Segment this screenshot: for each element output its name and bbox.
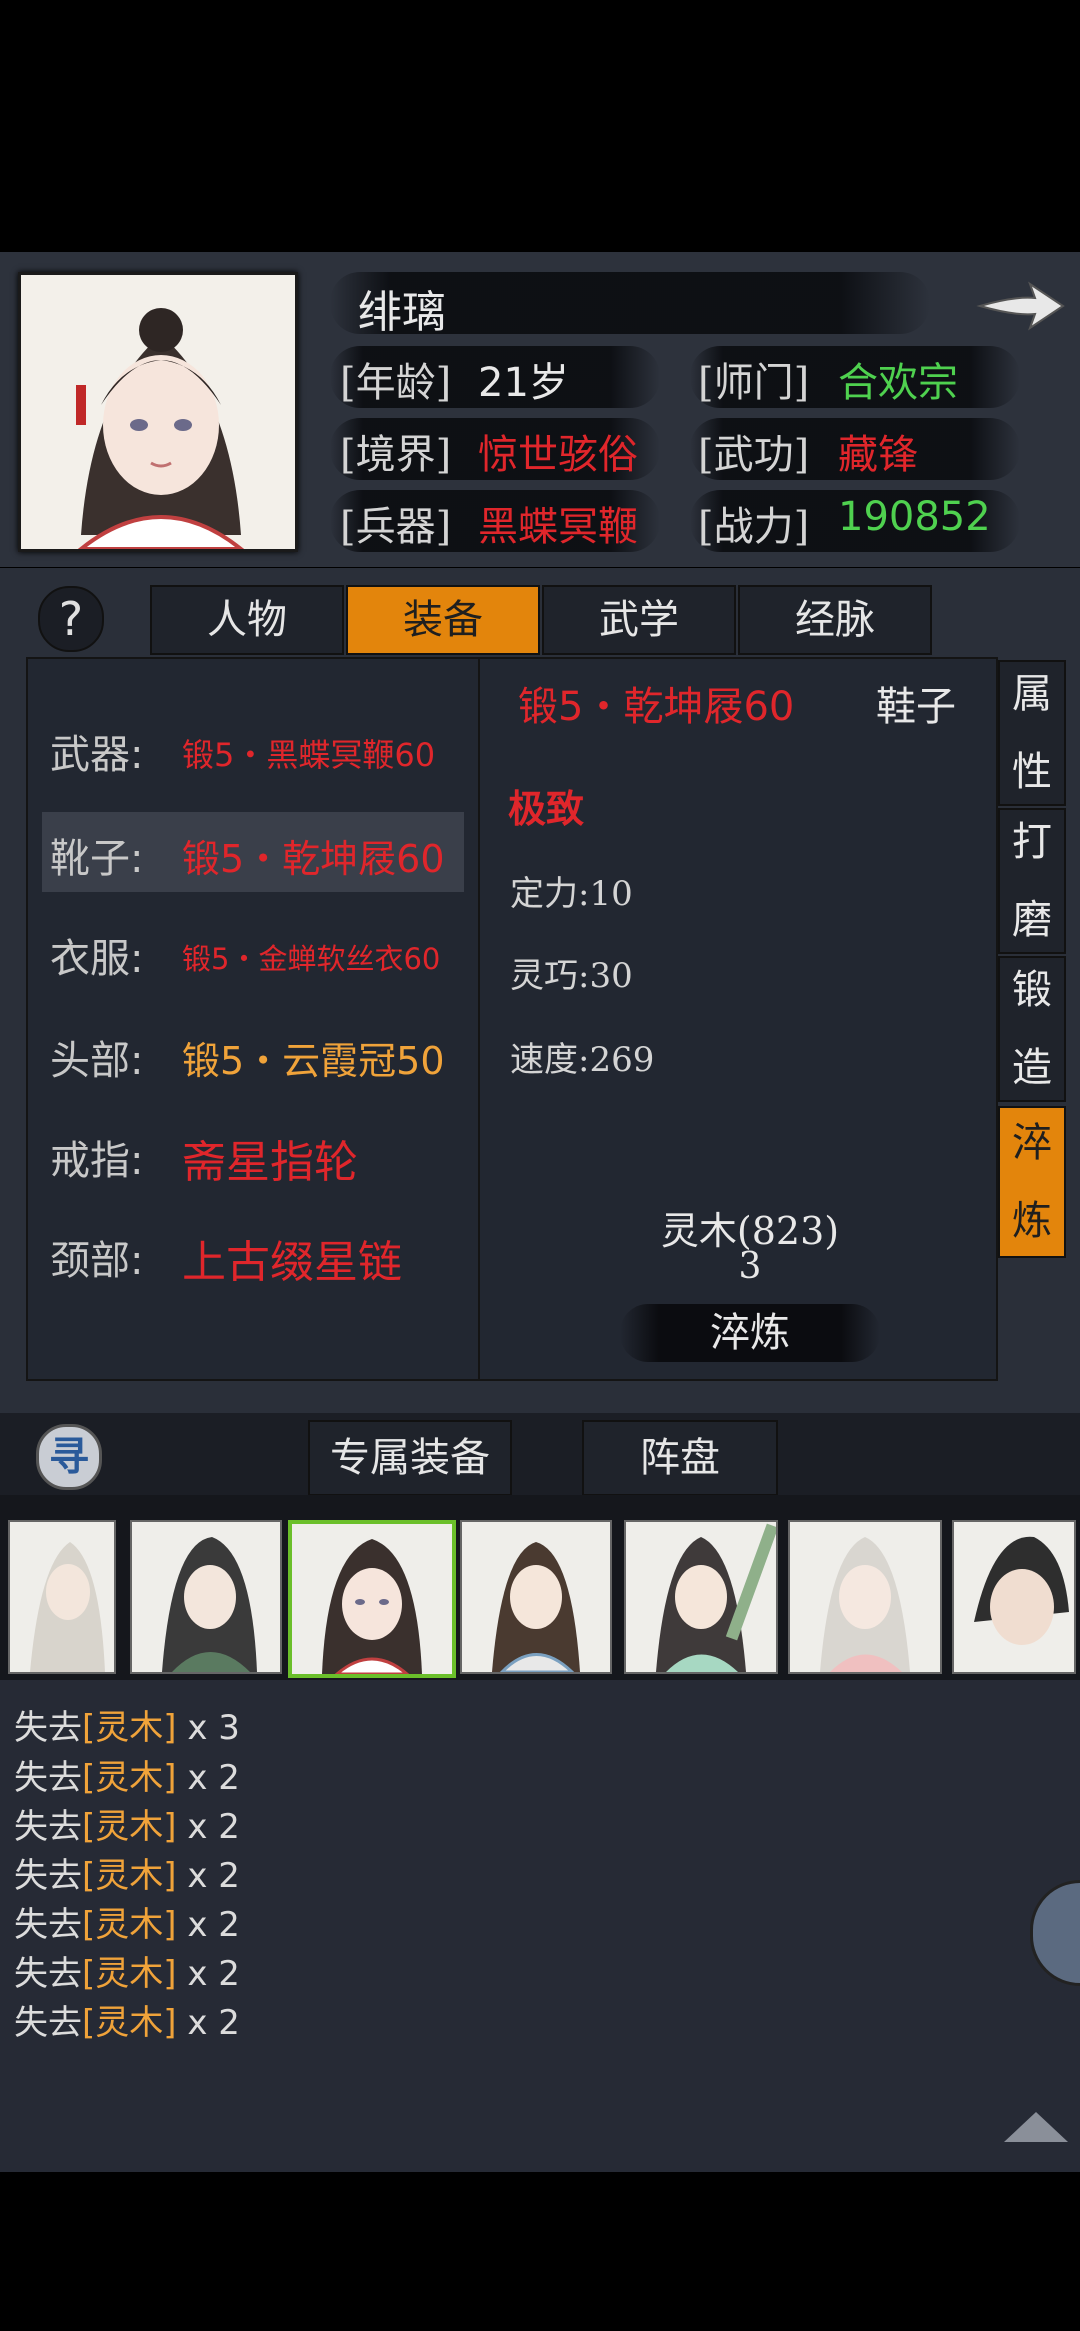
side-tab-temper[interactable]: 淬 炼 (998, 1106, 1066, 1258)
character-thumb[interactable] (952, 1520, 1076, 1674)
detail-stat: 灵巧:30 (510, 956, 633, 996)
slot-label: 颈部: (50, 1238, 144, 1284)
equip-slot-neck[interactable]: 颈部: 上古缀星链 (26, 1214, 466, 1294)
tab-martial-arts[interactable]: 武学 (542, 585, 736, 655)
slot-item: 上古缀星链 (182, 1237, 402, 1288)
refine-button-label: 淬炼 (710, 1310, 790, 1356)
sect-value: 合欢宗 (838, 360, 958, 406)
slot-label: 靴子: (50, 836, 144, 882)
detail-quality: 极致 (508, 786, 585, 831)
character-portrait (18, 272, 298, 552)
side-char: 炼 (1012, 1198, 1052, 1244)
power-label: [战力] (698, 504, 810, 550)
character-thumb-selected[interactable] (288, 1520, 456, 1678)
log-line: 失去[灵木] x 2 (14, 1807, 240, 1847)
slot-label: 武器: (50, 732, 144, 778)
side-tab-polish[interactable]: 打 磨 (998, 808, 1066, 954)
side-char: 磨 (1012, 897, 1052, 943)
equip-slot-clothes[interactable]: 衣服: 锻5・金蝉软丝衣60 (26, 912, 466, 992)
character-thumb[interactable] (460, 1520, 612, 1674)
side-tab-forge[interactable]: 锻 造 (998, 956, 1066, 1102)
realm-value: 惊世骇俗 (478, 432, 638, 478)
log-line: 失去[灵木] x 2 (14, 2003, 240, 2043)
next-arrow-icon[interactable] (975, 276, 1065, 336)
character-thumb[interactable] (8, 1520, 116, 1674)
log-line: 失去[灵木] x 2 (14, 1905, 240, 1945)
bottom-tabs-bar (0, 1413, 1080, 1495)
slot-label: 头部: (50, 1038, 144, 1084)
side-char: 造 (1012, 1045, 1052, 1091)
tab-exclusive-equipment[interactable]: 专属装备 (308, 1420, 512, 1496)
tab-character[interactable]: 人物 (150, 585, 344, 655)
detail-slot-type: 鞋子 (876, 684, 956, 730)
seek-icon[interactable]: 寻 (36, 1424, 102, 1490)
scroll-up-icon[interactable] (1004, 2112, 1068, 2142)
equip-slot-weapon[interactable]: 武器: 锻5・黑蝶冥鞭60 (26, 708, 466, 788)
refine-button[interactable]: 淬炼 (620, 1304, 880, 1362)
seek-glyph: 寻 (49, 1434, 89, 1480)
skill-value: 藏锋 (838, 432, 918, 478)
equip-slot-head[interactable]: 头部: 锻5・云霞冠50 (26, 1014, 466, 1094)
slot-label: 戒指: (50, 1138, 144, 1184)
slot-item: 锻5・云霞冠50 (182, 1039, 445, 1083)
tab-equipment[interactable]: 装备 (346, 585, 540, 655)
detail-stat: 定力:10 (510, 874, 633, 914)
refine-cost: 3 (738, 1246, 762, 1287)
character-name: 绯璃 (358, 287, 446, 338)
slot-item: 锻5・黑蝶冥鞭60 (182, 736, 436, 774)
tab-formation-plate[interactable]: 阵盘 (582, 1420, 778, 1496)
side-char: 性 (1012, 749, 1052, 795)
skill-label: [武功] (698, 432, 810, 478)
side-char: 锻 (1012, 967, 1052, 1013)
tab-meridians[interactable]: 经脉 (738, 585, 932, 655)
detail-stat: 速度:269 (510, 1040, 655, 1080)
log-line: 失去[灵木] x 3 (14, 1708, 240, 1748)
help-glyph: ? (58, 592, 84, 646)
realm-label: [境界] (340, 432, 452, 478)
power-value: 190852 (838, 494, 991, 540)
help-icon[interactable]: ? (38, 586, 104, 652)
slot-label: 衣服: (50, 936, 144, 982)
age-value: 21岁 (478, 360, 569, 406)
log-line: 失去[灵木] x 2 (14, 1856, 240, 1896)
side-char: 属 (1012, 671, 1052, 717)
sect-label: [师门] (698, 360, 810, 406)
side-tab-attributes[interactable]: 属 性 (998, 660, 1066, 806)
weapon-label: [兵器] (340, 504, 452, 550)
weapon-value: 黑蝶冥鞭 (478, 504, 638, 550)
slot-item: 锻5・金蝉软丝衣60 (182, 942, 441, 976)
slot-item: 斋星指轮 (182, 1137, 358, 1188)
age-label: [年龄] (340, 360, 452, 406)
side-char: 打 (1012, 819, 1052, 865)
character-thumb[interactable] (130, 1520, 282, 1674)
character-thumb[interactable] (788, 1520, 942, 1674)
log-line: 失去[灵木] x 2 (14, 1758, 240, 1798)
equip-slot-boots-selected[interactable]: 靴子: 锻5・乾坤屐60 (42, 812, 464, 892)
slot-item: 锻5・乾坤屐60 (182, 837, 445, 881)
log-line: 失去[灵木] x 2 (14, 1954, 240, 1994)
avatar-illustration (21, 275, 295, 549)
detail-item-name: 锻5・乾坤屐60 (518, 684, 795, 730)
side-char: 淬 (1012, 1120, 1052, 1166)
character-thumb[interactable] (624, 1520, 778, 1674)
equip-slot-ring[interactable]: 戒指: 斋星指轮 (26, 1114, 466, 1194)
